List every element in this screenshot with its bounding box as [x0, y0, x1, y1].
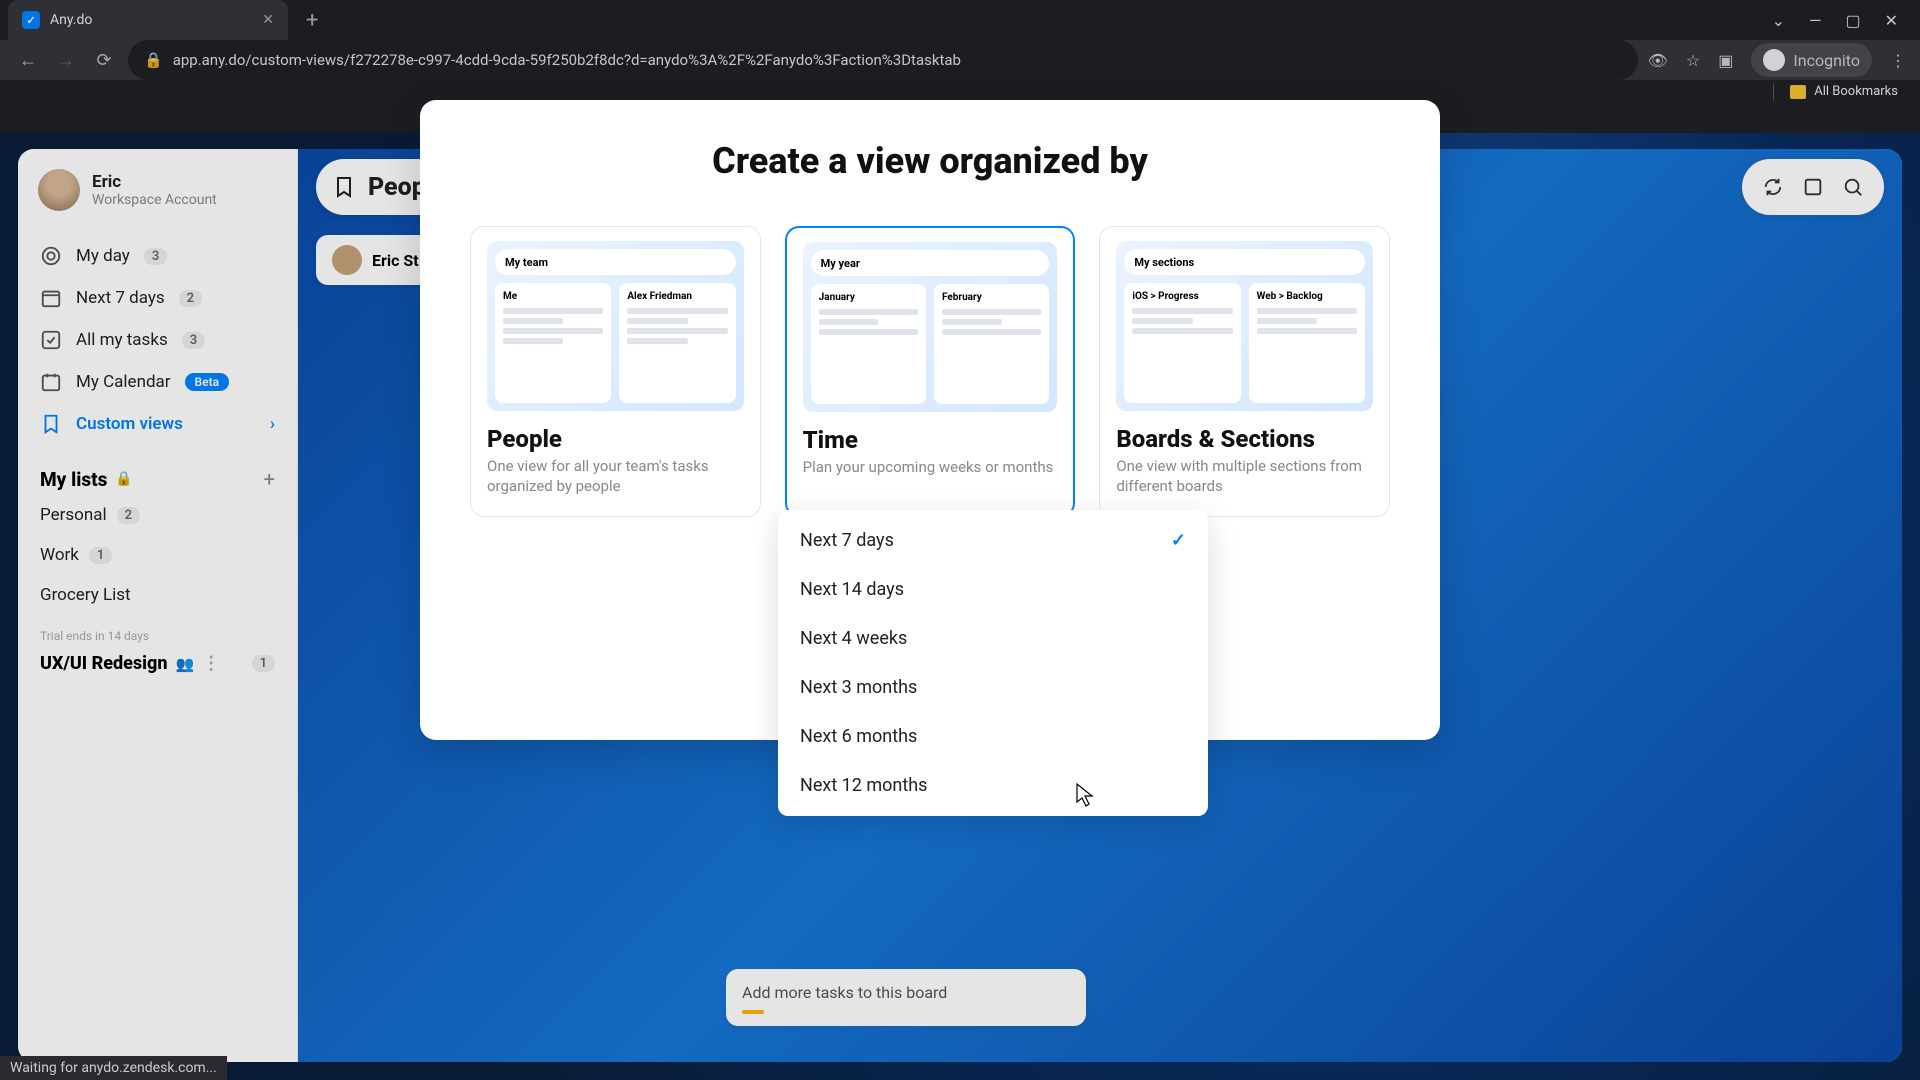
card-title: Boards & Sections — [1116, 425, 1373, 453]
preview-col-header: iOS > Progress — [1132, 291, 1232, 302]
card-subtitle: Plan your upcoming weeks or months — [803, 458, 1058, 478]
dropdown-item[interactable]: Next 12 months — [778, 761, 1208, 810]
dropdown-item-label: Next 12 months — [800, 775, 927, 796]
check-icon: ✓ — [1171, 530, 1186, 551]
view-card-time[interactable]: My year January February Time Plan your … — [785, 226, 1076, 517]
status-bar: Waiting for anydo.zendesk.com... — [0, 1056, 227, 1080]
dropdown-item[interactable]: Next 14 days — [778, 565, 1208, 614]
card-subtitle: One view with multiple sections from dif… — [1116, 457, 1373, 496]
card-preview: My team Me Alex Friedman — [487, 241, 744, 411]
card-title: People — [487, 425, 744, 453]
dropdown-item[interactable]: Next 7 days ✓ — [778, 516, 1208, 565]
preview-col-header: Alex Friedman — [627, 291, 727, 302]
dropdown-item-label: Next 7 days — [800, 530, 894, 551]
preview-col-header: January — [819, 292, 918, 303]
card-subtitle: One view for all your team's tasks organ… — [487, 457, 744, 496]
card-preview: My year January February — [803, 242, 1058, 412]
dropdown-item[interactable]: Next 4 weeks — [778, 614, 1208, 663]
dropdown-item-label: Next 4 weeks — [800, 628, 907, 649]
dropdown-item[interactable]: Next 3 months — [778, 663, 1208, 712]
preview-col-header: Web > Backlog — [1257, 291, 1357, 302]
preview-col-header: Me — [503, 291, 603, 302]
card-title: Time — [803, 426, 1058, 454]
duration-dropdown: Next 7 days ✓ Next 14 days Next 4 weeks N… — [778, 510, 1208, 816]
preview-title: My team — [505, 256, 548, 269]
dropdown-item-label: Next 14 days — [800, 579, 904, 600]
view-card-sections[interactable]: My sections iOS > Progress Web > Backlog… — [1099, 226, 1390, 517]
dropdown-item[interactable]: Next 6 months — [778, 712, 1208, 761]
card-preview: My sections iOS > Progress Web > Backlog — [1116, 241, 1373, 411]
view-card-people[interactable]: My team Me Alex Friedman People One view… — [470, 226, 761, 517]
preview-title: My year — [821, 257, 860, 270]
modal-title: Create a view organized by — [470, 140, 1390, 182]
preview-col-header: February — [942, 292, 1041, 303]
dropdown-item-label: Next 3 months — [800, 677, 917, 698]
preview-title: My sections — [1134, 256, 1194, 269]
dropdown-item-label: Next 6 months — [800, 726, 917, 747]
